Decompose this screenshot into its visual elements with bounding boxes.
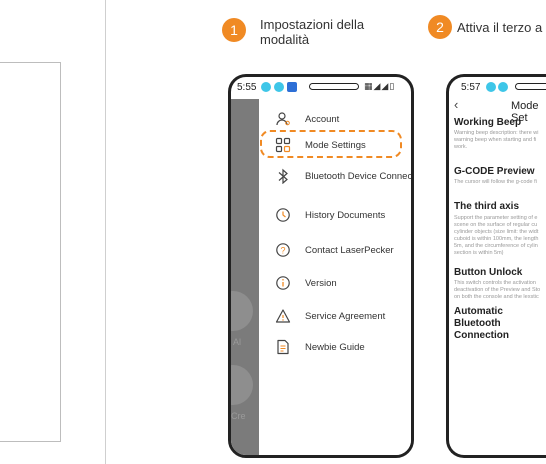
menu-item-account[interactable]: Account (259, 109, 339, 129)
svg-text:?: ? (280, 246, 285, 256)
menu-item-bluetooth[interactable]: Bluetooth Device Connection (259, 166, 411, 186)
auto-bluetooth-heading: Automatic Bluetooth Connection (454, 306, 509, 341)
phone-mode-settings: 5:57 ‹ Mode Set Working Beep Warning bee… (446, 74, 546, 458)
status-time: 5:57 (461, 82, 481, 93)
background-circle (231, 365, 253, 405)
button-unlock-desc: This switch controls the activation deac… (454, 280, 541, 300)
user-icon (273, 109, 293, 129)
signal-battery-icons: ▦◢◢▯ (364, 81, 396, 91)
menu-item-version[interactable]: Version (259, 273, 337, 293)
button-unlock-heading: Button Unlock (454, 267, 523, 278)
status-bar: 5:55 ▦◢◢▯ (231, 77, 411, 99)
camera-notch (309, 83, 359, 90)
background-label: Cre (231, 411, 246, 421)
third-axis-desc: Support the parameter setting of e scene… (454, 215, 539, 256)
working-beep-heading: Working Beep (454, 117, 522, 128)
grid-icon (273, 135, 293, 155)
info-icon (273, 273, 293, 293)
status-bar: 5:57 (449, 77, 546, 99)
notification-icon (486, 82, 496, 92)
notification-icon (498, 82, 508, 92)
background-label: Al (233, 337, 242, 347)
menu-item-history[interactable]: History Documents (259, 205, 385, 225)
menu-item-newbie-guide[interactable]: Newbie Guide (259, 337, 365, 357)
menu-item-service-agreement[interactable]: Service Agreement (259, 306, 385, 326)
clock-icon (273, 205, 293, 225)
step-2-text: Attiva il terzo a (457, 20, 543, 35)
previous-panel-frame (0, 62, 61, 442)
phone-mode-menu: Al Cre 5:55 ▦◢◢▯ Account Mode Settings B… (228, 74, 414, 458)
divider-line (105, 0, 106, 464)
bluetooth-icon (273, 166, 293, 186)
camera-notch (515, 83, 546, 90)
status-time: 5:55 (237, 82, 257, 93)
step-1-badge: 1 (222, 18, 246, 42)
notification-icon (261, 82, 271, 92)
step-1-text: Impostazioni della modalità (260, 17, 365, 47)
notification-icon (287, 82, 297, 92)
app-background-dim[interactable]: Al Cre (231, 99, 259, 455)
back-button[interactable]: ‹ (454, 97, 458, 112)
question-icon: ? (273, 240, 293, 260)
step-2-badge: 2 (428, 15, 452, 39)
menu-item-mode-settings[interactable]: Mode Settings (259, 135, 366, 155)
document-icon (273, 337, 293, 357)
warning-icon (273, 306, 293, 326)
third-axis-heading: The third axis (454, 201, 520, 212)
notification-icon (274, 82, 284, 92)
menu-item-contact[interactable]: ? Contact LaserPecker (259, 240, 394, 260)
gcode-preview-desc: The cursor will follow the g-code fi (454, 179, 537, 185)
working-beep-desc: Warning beep description: there wi warni… (454, 130, 539, 150)
background-circle (231, 291, 253, 331)
gcode-preview-heading: G-CODE Preview (454, 166, 535, 177)
